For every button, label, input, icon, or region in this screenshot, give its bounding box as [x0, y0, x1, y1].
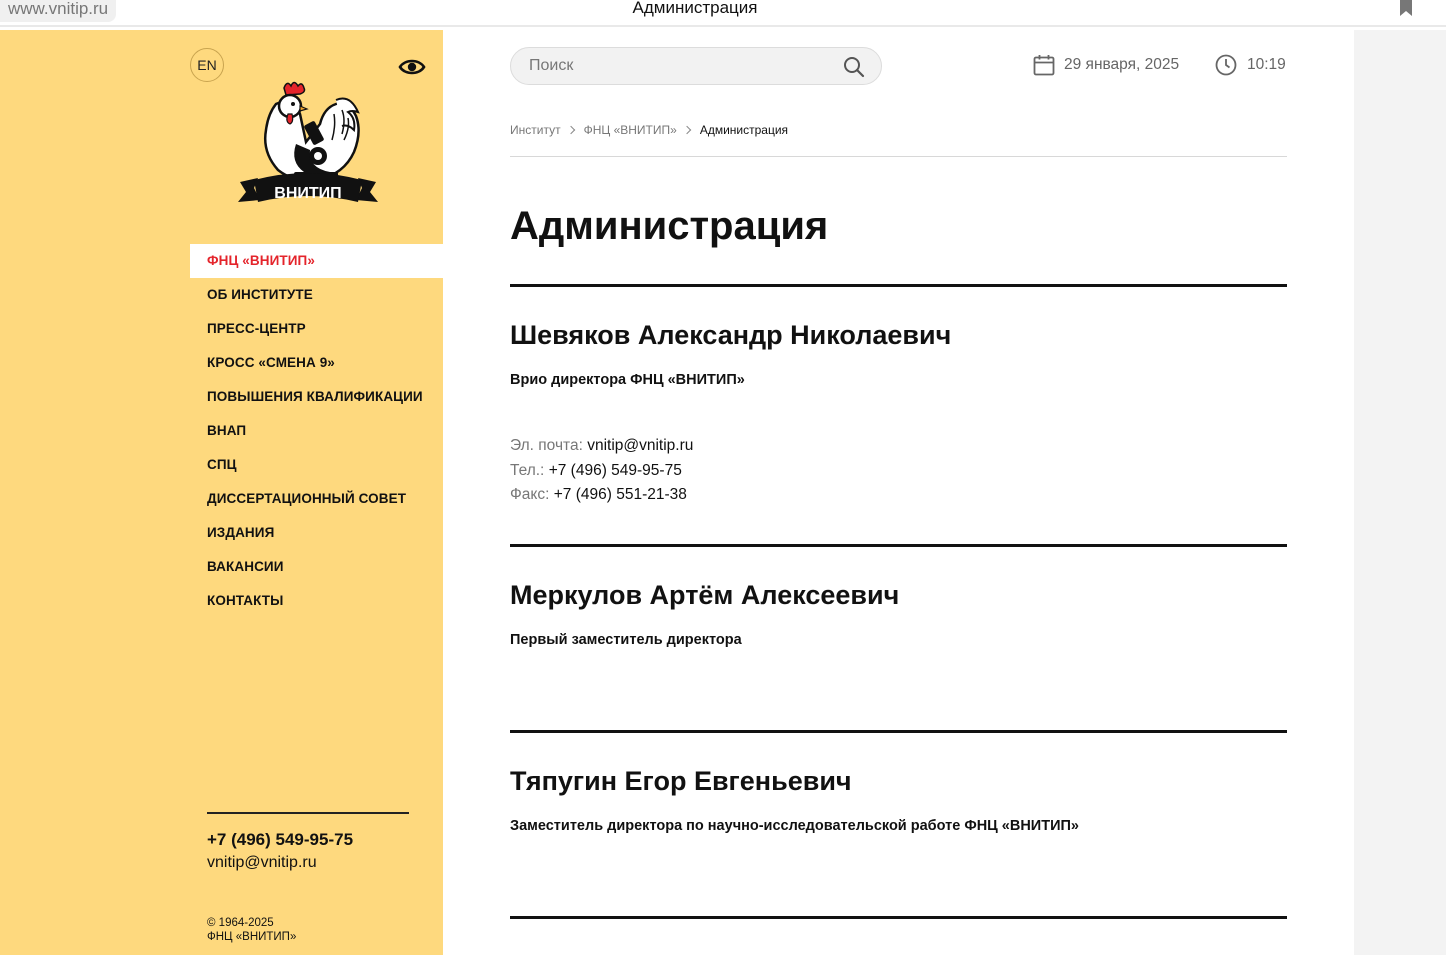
breadcrumb-divider — [510, 156, 1287, 157]
main-content: 29 января, 2025 10:19 Институт ФНЦ «ВНИТ… — [443, 30, 1354, 955]
person-role: Врио директора ФНЦ «ВНИТИП» — [510, 372, 745, 388]
copyright-org: ФНЦ «ВНИТИП» — [207, 931, 297, 943]
sidebar-phone-link[interactable]: +7 (496) 549-95-75 — [207, 830, 353, 850]
sidebar-item-dissertation-council[interactable]: ДИССЕРТАЦИОННЫЙ СОВЕТ — [190, 482, 443, 516]
sidebar: EN ВНИТИП ФНЦ «ВНИТИП» ОБ ИНСТИТУТЕ ПРЕС… — [0, 30, 443, 955]
logo-text: ВНИТИП — [274, 185, 341, 202]
current-date: 29 января, 2025 — [1064, 56, 1180, 73]
sidebar-nav: ФНЦ «ВНИТИП» ОБ ИНСТИТУТЕ ПРЕСС-ЦЕНТР КР… — [190, 244, 443, 618]
breadcrumb: Институт ФНЦ «ВНИТИП» Администрация — [510, 123, 788, 137]
sidebar-item-cross-smena[interactable]: КРОСС «СМЕНА 9» — [190, 346, 443, 380]
person-role: Заместитель директора по научно-исследов… — [510, 818, 1079, 834]
search-icon[interactable] — [843, 56, 865, 78]
copyright: © 1964-2025 ФНЦ «ВНИТИП» — [207, 916, 296, 944]
clock-icon — [1215, 54, 1237, 76]
page-title: Администрация — [510, 204, 829, 248]
section-divider — [510, 730, 1287, 733]
sidebar-item-about[interactable]: ОБ ИНСТИТУТЕ — [190, 278, 443, 312]
chevron-right-icon — [566, 125, 575, 135]
logo[interactable]: ВНИТИП — [238, 74, 378, 214]
person-role: Первый заместитель директора — [510, 632, 742, 648]
contact-label: Факс: — [510, 486, 550, 503]
right-gutter — [1354, 30, 1446, 955]
contact-row-phone: Тел.: +7 (496) 549-95-75 — [510, 459, 1287, 484]
breadcrumb-institute[interactable]: Институт — [510, 123, 561, 137]
person-name: Меркулов Артём Алексеевич — [510, 580, 900, 610]
search-box[interactable] — [510, 47, 882, 85]
language-switch-button[interactable]: EN — [190, 48, 224, 82]
sidebar-item-qualification[interactable]: ПОВЫШЕНИЯ КВАЛИФИКАЦИИ — [190, 380, 443, 414]
person-contacts: Эл. почта: vnitip@vnitip.ru Тел.: +7 (49… — [510, 434, 1287, 508]
section-divider — [510, 284, 1287, 287]
bookmark-icon[interactable] — [1400, 0, 1412, 16]
contact-label: Тел.: — [510, 461, 545, 479]
person-card: Меркулов Артём Алексеевич Первый замести… — [510, 580, 1287, 648]
section-divider — [510, 544, 1287, 547]
person-card: Шевяков Александр Николаевич Врио директ… — [510, 320, 1287, 508]
sidebar-item-press[interactable]: ПРЕСС-ЦЕНТР — [190, 312, 443, 346]
person-name: Шевяков Александр Николаевич — [510, 320, 952, 350]
sidebar-email-link[interactable]: vnitip@vnitip.ru — [207, 854, 317, 872]
sidebar-item-vacancies[interactable]: ВАКАНСИИ — [190, 550, 443, 584]
tab-title: Администрация — [632, 0, 758, 17]
breadcrumb-vnitip[interactable]: ФНЦ «ВНИТИП» — [584, 123, 677, 137]
current-time: 10:19 — [1247, 56, 1286, 73]
contact-email-link[interactable]: vnitip@vnitip.ru — [587, 437, 693, 454]
sidebar-item-vnap[interactable]: ВНАП — [190, 414, 443, 448]
sidebar-item-publications[interactable]: ИЗДАНИЯ — [190, 516, 443, 550]
copyright-years: © 1964-2025 — [207, 917, 274, 929]
section-divider — [510, 916, 1287, 919]
eye-icon[interactable] — [398, 56, 426, 78]
contact-label: Эл. почта: — [510, 437, 583, 454]
contact-phone-link[interactable]: +7 (496) 549-95-75 — [549, 462, 682, 479]
contact-row-email: Эл. почта: vnitip@vnitip.ru — [510, 434, 1287, 459]
sidebar-item-spc[interactable]: СПЦ — [190, 448, 443, 482]
chevron-right-icon — [682, 125, 692, 135]
contact-row-fax: Факс: +7 (496) 551-21-38 — [510, 483, 1287, 508]
sidebar-item-contacts[interactable]: КОНТАКТЫ — [190, 584, 443, 618]
browser-top-bar: www.vnitip.ru Администрация — [0, 0, 1446, 28]
breadcrumb-current: Администрация — [699, 123, 789, 137]
sidebar-divider — [207, 812, 409, 814]
top-bar-divider — [0, 25, 1446, 27]
person-name: Тяпугин Егор Евгеньевич — [510, 766, 852, 796]
search-input[interactable] — [529, 56, 829, 76]
person-card: Тяпугин Егор Евгеньевич Заместитель дире… — [510, 766, 1287, 834]
sidebar-item-vnitip[interactable]: ФНЦ «ВНИТИП» — [190, 244, 443, 278]
contact-fax-value: +7 (496) 551-21-38 — [553, 486, 687, 503]
calendar-icon — [1033, 55, 1055, 76]
